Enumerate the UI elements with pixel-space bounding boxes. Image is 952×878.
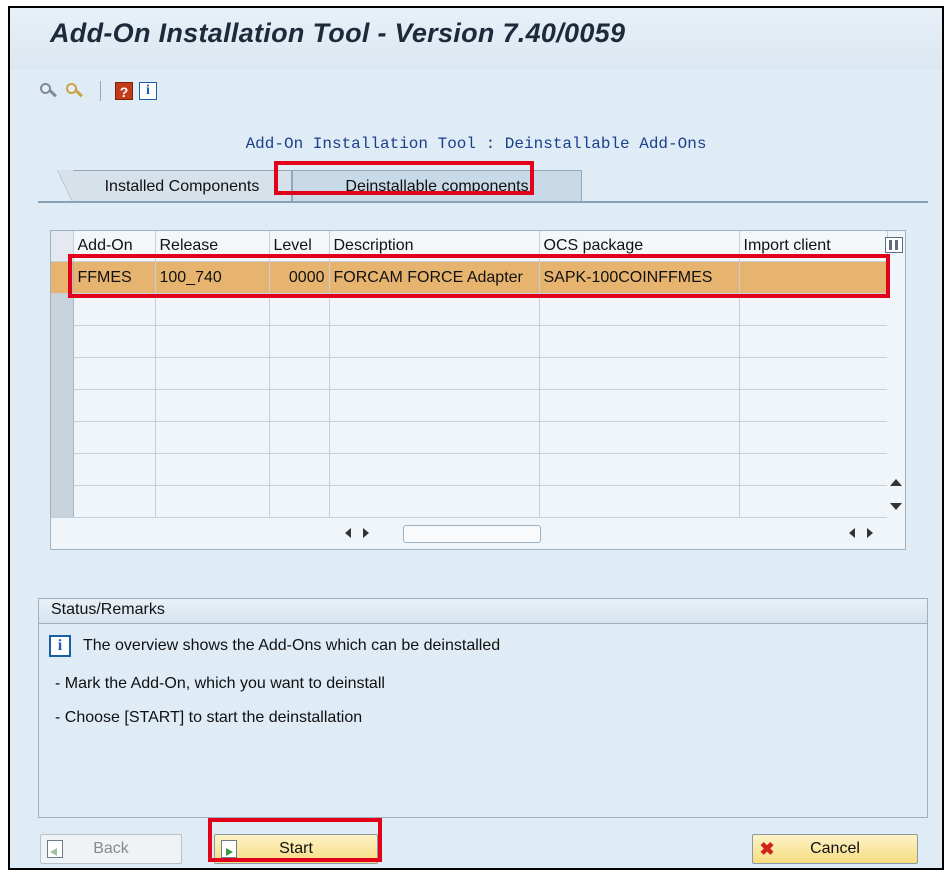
- tab-underline: [38, 201, 928, 203]
- start-button-label: Start: [279, 840, 313, 857]
- column-header-description[interactable]: Description: [329, 231, 540, 262]
- table-row-empty[interactable]: [51, 293, 888, 326]
- cell-release: 100_740: [155, 261, 270, 294]
- column-header-ocs-package[interactable]: OCS package: [539, 231, 740, 262]
- cell-addon: FFMES: [73, 261, 156, 294]
- start-icon: [221, 840, 237, 858]
- help-icon[interactable]: ?: [115, 82, 133, 100]
- table-row-empty[interactable]: [51, 389, 888, 422]
- table-row-empty[interactable]: [51, 325, 888, 358]
- cell-level: 0000: [269, 261, 330, 294]
- find-icon[interactable]: [40, 82, 60, 100]
- row-selector[interactable]: [51, 485, 74, 518]
- window-frame: Add-On Installation Tool - Version 7.40/…: [8, 6, 944, 870]
- horizontal-scroll-thumb[interactable]: [403, 525, 541, 543]
- column-header-level[interactable]: Level: [269, 231, 330, 262]
- table-row[interactable]: FFMES 100_740 0000 FORCAM FORCE Adapter …: [51, 261, 888, 294]
- cell-import-client: [739, 261, 888, 294]
- back-button[interactable]: Back: [40, 834, 182, 864]
- screen-heading: Add-On Installation Tool : Deinstallable…: [245, 135, 707, 153]
- cell-description: FORCAM FORCE Adapter: [329, 261, 540, 294]
- back-button-label: Back: [93, 840, 129, 857]
- scroll-left-arrow-icon[interactable]: [849, 528, 855, 538]
- row-selector[interactable]: [51, 293, 74, 326]
- row-selector[interactable]: [51, 421, 74, 454]
- table-row-empty[interactable]: [51, 421, 888, 454]
- toolbar-separator: [100, 81, 101, 101]
- status-remarks-panel: Status/Remarks i The overview shows the …: [38, 598, 928, 818]
- addons-table: Add-On Release Level Description OCS pac…: [51, 231, 888, 518]
- scroll-right-arrow-icon[interactable]: [867, 528, 873, 538]
- start-button[interactable]: Start: [214, 834, 378, 864]
- info-icon[interactable]: i: [139, 82, 157, 100]
- info-icon: i: [49, 635, 71, 657]
- table-header-row: Add-On Release Level Description OCS pac…: [51, 231, 888, 262]
- column-header-release[interactable]: Release: [155, 231, 270, 262]
- cancel-button-label: Cancel: [810, 840, 860, 857]
- scroll-left-arrow-icon[interactable]: [345, 528, 351, 538]
- tab-installed-components[interactable]: Installed Components: [57, 170, 292, 203]
- back-icon: [47, 840, 63, 858]
- cell-ocs-package: SAPK-100COINFFMES: [539, 261, 740, 294]
- cancel-icon: ✖: [759, 839, 775, 859]
- row-selector[interactable]: [51, 357, 74, 390]
- column-settings-icon[interactable]: [885, 237, 903, 253]
- button-bar: Back Start ✖ Cancel: [10, 828, 942, 868]
- horizontal-scrollbar[interactable]: [341, 523, 881, 545]
- row-selector[interactable]: [51, 453, 74, 486]
- window-title: Add-On Installation Tool - Version 7.40/…: [50, 18, 626, 48]
- status-remarks-header: Status/Remarks: [39, 599, 927, 624]
- table-row-empty[interactable]: [51, 453, 888, 486]
- row-selector[interactable]: [51, 389, 74, 422]
- table-row-empty[interactable]: [51, 485, 888, 518]
- table-row-empty[interactable]: [51, 357, 888, 390]
- status-line-choose: - Choose [START] to start the deinstalla…: [55, 709, 363, 726]
- addons-table-container: Add-On Release Level Description OCS pac…: [50, 230, 906, 550]
- column-header-addon[interactable]: Add-On: [73, 231, 156, 262]
- scroll-right-arrow-icon[interactable]: [363, 528, 369, 538]
- title-bar: Add-On Installation Tool - Version 7.40/…: [10, 8, 942, 70]
- tab-deinstallable-components[interactable]: Deinstallable components: [292, 170, 582, 203]
- cancel-button[interactable]: ✖ Cancel: [752, 834, 918, 864]
- row-selector[interactable]: [51, 325, 74, 358]
- status-line-mark: - Mark the Add-On, which you want to dei…: [55, 675, 385, 692]
- select-all-cell[interactable]: [51, 231, 74, 262]
- status-line-overview: The overview shows the Add-Ons which can…: [83, 637, 501, 654]
- vertical-scrollbar[interactable]: [887, 267, 905, 519]
- row-selector[interactable]: [51, 261, 74, 294]
- scroll-up-arrow-icon[interactable]: [890, 479, 902, 486]
- application-toolbar: ? i: [40, 78, 157, 104]
- column-header-import-client[interactable]: Import client: [739, 231, 888, 262]
- scroll-down-arrow-icon[interactable]: [890, 503, 902, 510]
- find-next-icon[interactable]: [66, 82, 86, 100]
